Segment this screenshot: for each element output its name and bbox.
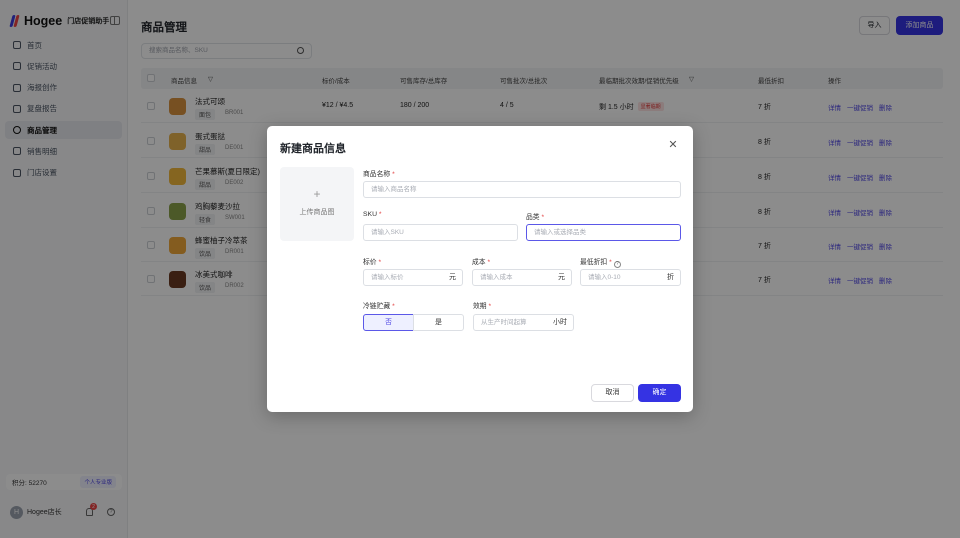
image-upload[interactable]: + 上传商品图 (280, 167, 354, 241)
shelf-life-input[interactable]: 从生产时间起算 小时 (473, 314, 574, 331)
shelf-life-label: 效期 * (473, 303, 492, 310)
price-label: 标价 * (363, 259, 382, 266)
sku-placeholder: 请输入SKU (371, 229, 404, 236)
cost-placeholder: 请输入成本 (480, 274, 513, 281)
shelf-life-unit: 小时 (553, 319, 567, 326)
cold-chain-label: 冷链贮藏 * (363, 303, 395, 310)
shelf-life-placeholder: 从生产时间起算 (481, 319, 527, 326)
new-product-dialog: 新建商品信息 ✕ + 上传商品图 商品名称 * 请输入商品名称 SKU * 请输… (267, 126, 693, 412)
price-placeholder: 请输入标价 (371, 274, 404, 281)
confirm-button[interactable]: 确定 (638, 384, 681, 402)
cold-chain-option-yes[interactable]: 是 (413, 314, 464, 331)
min-discount-label: 最低折扣 *? (580, 256, 621, 268)
cost-unit: 元 (558, 274, 565, 281)
close-icon[interactable]: ✕ (667, 139, 679, 151)
cost-input[interactable]: 请输入成本 元 (472, 269, 572, 286)
min-discount-unit: 折 (667, 274, 674, 281)
help-icon[interactable]: ? (613, 261, 621, 268)
upload-label: 上传商品图 (299, 209, 335, 216)
cold-chain-option-no[interactable]: 否 (363, 314, 414, 331)
sku-input[interactable]: 请输入SKU (363, 224, 518, 241)
cancel-button[interactable]: 取消 (591, 384, 634, 402)
dialog-title: 新建商品信息 (280, 143, 346, 155)
min-discount-input[interactable]: 请输入0-10 折 (580, 269, 681, 286)
name-input[interactable]: 请输入商品名称 (363, 181, 681, 198)
sku-label: SKU * (363, 211, 382, 218)
price-unit: 元 (449, 274, 456, 281)
price-input[interactable]: 请输入标价 元 (363, 269, 463, 286)
min-discount-placeholder: 请输入0-10 (588, 274, 621, 281)
plus-icon: + (313, 187, 321, 201)
name-placeholder: 请输入商品名称 (371, 186, 417, 193)
category-input[interactable]: 请输入或选择品类 (526, 224, 681, 241)
category-label: 品类 * (526, 214, 545, 221)
category-placeholder: 请输入或选择品类 (534, 229, 586, 236)
name-label: 商品名称 * (363, 171, 395, 178)
cost-label: 成本 * (472, 259, 491, 266)
